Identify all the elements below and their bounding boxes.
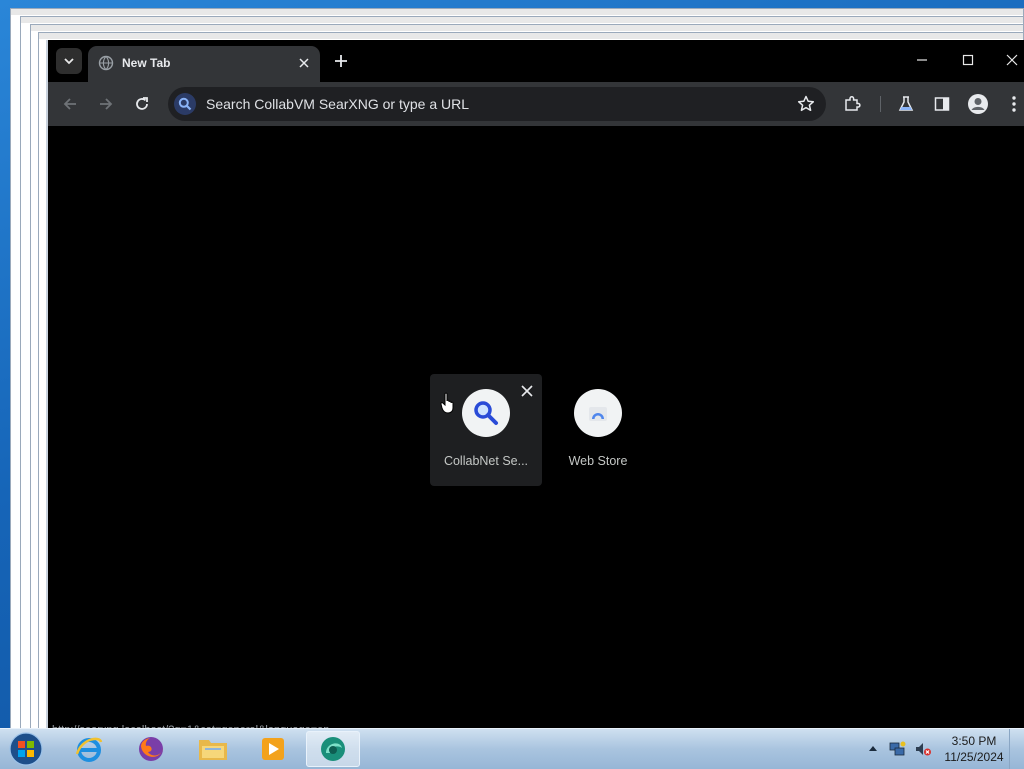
tab-new-tab[interactable]: New Tab: [88, 46, 320, 82]
reload-button[interactable]: [128, 90, 156, 118]
globe-icon: [98, 55, 114, 71]
close-icon: [299, 58, 309, 68]
remove-shortcut-button[interactable]: [518, 382, 536, 400]
star-icon[interactable]: [796, 94, 816, 114]
plus-icon: [335, 55, 347, 67]
web-store-icon: [589, 407, 607, 421]
media-player-icon: [262, 738, 284, 760]
taskbar-windows-explorer[interactable]: [186, 731, 240, 767]
shortcut-tile[interactable]: Web Store: [542, 374, 654, 486]
maximize-button[interactable]: [946, 46, 990, 74]
side-panel-icon: [934, 97, 950, 111]
menu-button[interactable]: [1000, 90, 1024, 118]
shortcut-tile[interactable]: CollabNet Se...: [430, 374, 542, 486]
taskbar: 3:50 PM 11/25/2024: [0, 728, 1024, 769]
title-bar: New Tab: [48, 40, 1024, 82]
address-bar-placeholder: Search CollabVM SearXNG or type a URL: [206, 96, 469, 112]
search-icon: [178, 97, 192, 111]
chevron-down-icon: [64, 58, 74, 65]
shortcut-icon: [462, 389, 510, 437]
volume-muted-icon: [916, 743, 931, 756]
minimize-button[interactable]: [900, 46, 944, 74]
new-tab-page: CollabNet Se... Web Store http://searxng…: [48, 126, 1024, 730]
windows-logo-icon: [9, 732, 43, 766]
flask-icon: [898, 96, 914, 111]
shortcut-icon: [574, 389, 622, 437]
toolbar: Search CollabVM SearXNG or type a URL: [48, 82, 1024, 126]
taskbar-browser[interactable]: [306, 731, 360, 767]
arrow-right-icon: [100, 98, 113, 110]
firefox-icon: [139, 737, 163, 761]
shortcut-label: Web Store: [568, 454, 628, 468]
toolbar-divider: [880, 96, 881, 112]
forward-button[interactable]: [92, 90, 120, 118]
side-panel-button[interactable]: [928, 90, 956, 118]
tab-close-button[interactable]: [294, 53, 314, 73]
clock-date: 11/25/2024: [944, 750, 1004, 764]
back-button[interactable]: [56, 90, 84, 118]
network-tray-icon[interactable]: [884, 731, 910, 767]
clock-time: 3:50 PM: [951, 734, 997, 748]
address-bar[interactable]: Search CollabVM SearXNG or type a URL: [168, 87, 826, 121]
new-tab-button[interactable]: [330, 50, 352, 72]
internet-explorer-icon: [75, 737, 103, 762]
labs-button[interactable]: [892, 90, 920, 118]
close-window-button[interactable]: [990, 46, 1024, 74]
volume-tray-icon[interactable]: [910, 731, 936, 767]
show-desktop-button[interactable]: [1009, 729, 1024, 769]
show-hidden-icons-button[interactable]: [866, 741, 880, 755]
network-icon: [889, 741, 906, 756]
maximize-icon: [962, 54, 974, 66]
taskbar-media-player[interactable]: [246, 731, 300, 767]
more-vert-icon: [1012, 96, 1016, 112]
arrow-left-icon: [63, 98, 76, 110]
clock[interactable]: 3:50 PM 11/25/2024: [938, 733, 1010, 765]
browser-icon: [321, 737, 345, 761]
puzzle-icon: [845, 95, 861, 111]
start-button[interactable]: [6, 731, 46, 767]
reload-icon: [136, 97, 148, 110]
avatar-icon: [968, 94, 988, 114]
profile-button[interactable]: [964, 90, 992, 118]
shortcut-label: CollabNet Se...: [443, 454, 529, 468]
taskbar-internet-explorer[interactable]: [62, 731, 116, 767]
chevron-up-icon: [869, 746, 877, 751]
extensions-button[interactable]: [838, 90, 866, 118]
search-engine-icon: [174, 93, 196, 115]
close-icon: [521, 385, 533, 397]
minimize-icon: [917, 59, 927, 61]
tab-title: New Tab: [122, 56, 171, 70]
browser-window: New Tab Search CollabVM SearXNG or type …: [46, 40, 1024, 730]
close-icon: [1006, 54, 1018, 66]
taskbar-firefox[interactable]: [124, 731, 178, 767]
hand-cursor-icon: [440, 392, 454, 414]
folder-icon: [199, 740, 227, 760]
search-icon: [474, 401, 498, 425]
tab-search-button[interactable]: [56, 48, 82, 74]
